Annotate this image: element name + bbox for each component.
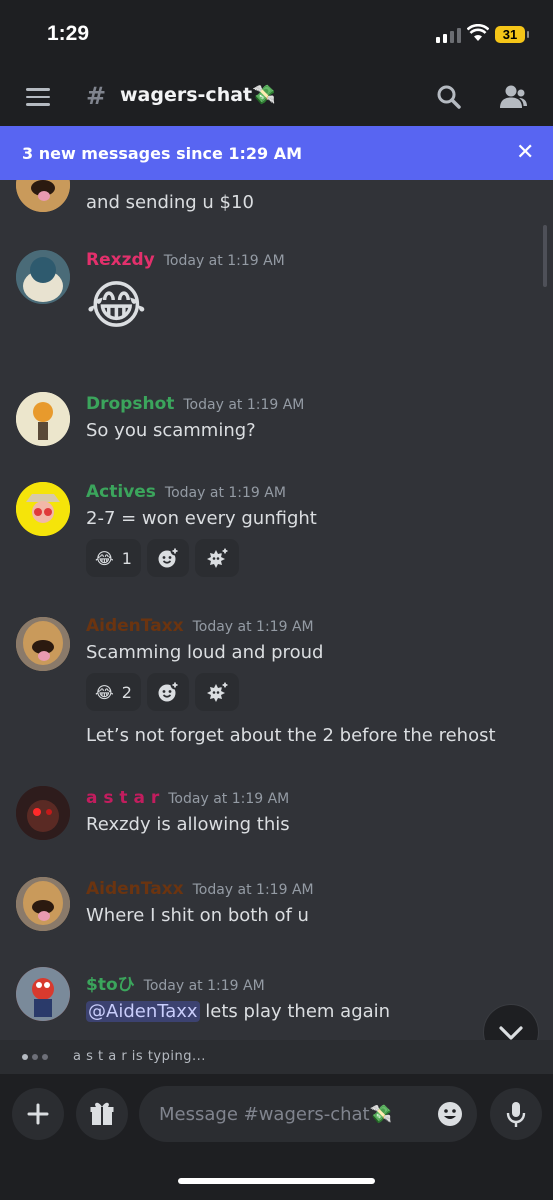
avatar[interactable] — [16, 786, 70, 840]
add-reaction-button[interactable] — [146, 673, 189, 711]
reaction-count: 2 — [121, 682, 132, 702]
reaction-laugh[interactable]: 😂 1 — [86, 539, 141, 577]
message-text: and sending u $10 — [86, 192, 254, 213]
home-indicator — [178, 1178, 375, 1184]
add-attachment-button[interactable] — [12, 1088, 64, 1140]
super-reaction-button[interactable] — [194, 539, 239, 577]
message-author[interactable]: a s t a r — [86, 788, 159, 808]
user-mention[interactable]: @AidenTaxx — [86, 1001, 200, 1022]
message-text: So you scamming? — [86, 420, 256, 441]
message-author[interactable]: AidenTaxx — [86, 879, 184, 899]
reaction-bar: 😂 1 — [86, 539, 317, 577]
typing-indicator: a s t a r is typing... — [0, 1040, 553, 1074]
gift-icon — [90, 1102, 114, 1125]
message-author[interactable]: AidenTaxx — [86, 616, 184, 636]
plus-icon — [27, 1103, 49, 1125]
reaction-bar: 😂 2 — [86, 673, 496, 711]
channel-title[interactable]: wagers-chat💸 — [120, 83, 276, 106]
new-messages-text: 3 new messages since 1:29 AM — [22, 144, 303, 163]
avatar[interactable] — [16, 482, 70, 536]
message-text: 2-7 = won every gunfight — [86, 508, 317, 529]
avatar[interactable] — [16, 180, 70, 212]
wifi-icon — [467, 24, 489, 41]
message-author[interactable]: $toひ — [86, 975, 135, 995]
hamburger-menu-icon[interactable] — [26, 88, 50, 106]
members-icon[interactable] — [498, 84, 528, 110]
typing-text: a s t a r is typing... — [73, 1049, 206, 1064]
message-author[interactable]: Actives — [86, 482, 156, 502]
avatar[interactable] — [16, 250, 70, 304]
add-reaction-button[interactable] — [146, 539, 189, 577]
add-reaction-icon — [158, 680, 180, 702]
search-icon[interactable] — [436, 84, 462, 110]
message-emoji: 😂 — [86, 276, 147, 336]
super-reaction-button[interactable] — [194, 673, 239, 711]
gift-button[interactable] — [76, 1088, 128, 1140]
message-text: Let’s not forget about the 2 before the … — [86, 725, 496, 746]
scrollbar[interactable] — [543, 225, 547, 287]
reaction-emoji: 😂 — [95, 548, 114, 568]
new-messages-banner[interactable]: 3 new messages since 1:29 AM ✕ — [0, 126, 553, 180]
message-text: Scamming loud and proud — [86, 642, 324, 663]
super-reaction-icon — [206, 546, 230, 568]
emoji-icon[interactable] — [436, 1100, 464, 1128]
message-timestamp: Today at 1:19 AM — [192, 619, 314, 635]
message-timestamp: Today at 1:19 AM — [143, 978, 265, 994]
message-text: Rexzdy is allowing this — [86, 814, 290, 835]
message-timestamp: Today at 1:19 AM — [183, 397, 305, 413]
voice-message-button[interactable] — [490, 1088, 542, 1140]
message-input[interactable] — [139, 1086, 477, 1142]
message-text: Where I shit on both of u — [86, 905, 309, 926]
message-author[interactable]: Dropshot — [86, 394, 174, 414]
avatar[interactable] — [16, 967, 70, 1021]
channel-header: # wagers-chat💸 — [0, 70, 553, 126]
typing-dots-icon — [22, 1054, 48, 1060]
microphone-icon — [506, 1102, 526, 1127]
message-content: @AidenTaxx lets play them again — [86, 1001, 390, 1022]
message-list[interactable]: and sending u $10 Rexzdy Today at 1:19 AM… — [0, 180, 553, 1040]
message-author[interactable]: Rexzdy — [86, 250, 155, 270]
message-text: lets play them again — [199, 1001, 391, 1022]
message-timestamp: Today at 1:19 AM — [192, 882, 314, 898]
reaction-laugh[interactable]: 😂 2 — [86, 673, 141, 711]
channel-hash-icon: # — [86, 82, 107, 110]
message-timestamp: Today at 1:19 AM — [164, 485, 286, 501]
close-icon[interactable]: ✕ — [516, 140, 534, 165]
message-timestamp: Today at 1:19 AM — [163, 253, 285, 269]
message-composer — [0, 1074, 553, 1200]
signal-icon — [436, 28, 461, 43]
reaction-count: 1 — [121, 548, 132, 568]
battery-indicator: 31 — [495, 26, 529, 43]
avatar[interactable] — [16, 877, 70, 931]
super-reaction-icon — [206, 680, 230, 702]
avatar[interactable] — [16, 392, 70, 446]
avatar[interactable] — [16, 617, 70, 671]
status-bar: 1:29 31 — [0, 0, 553, 70]
reaction-emoji: 😂 — [95, 682, 114, 702]
message-timestamp: Today at 1:19 AM — [168, 791, 290, 807]
status-time: 1:29 — [47, 22, 90, 45]
add-reaction-icon — [158, 546, 180, 568]
